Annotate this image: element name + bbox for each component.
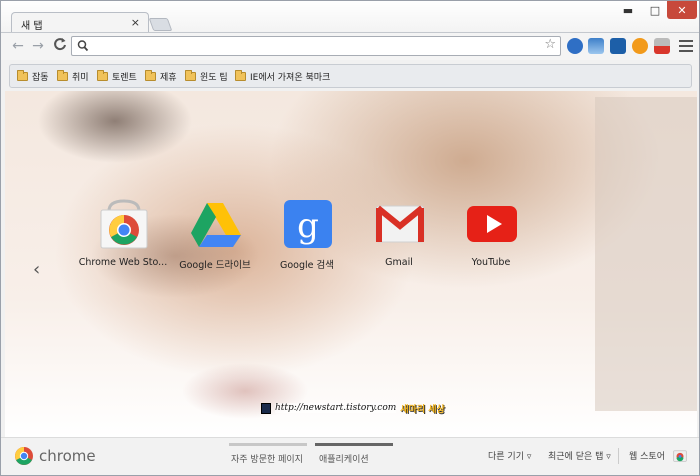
bottom-bar: chrome 자주 방문한 페이지 애플리케이션 다른 기기 ▿ 최근에 닫은 … <box>1 437 699 475</box>
app-google-drive[interactable]: Google 드라이브 <box>169 197 261 277</box>
folder-icon <box>185 70 196 81</box>
app-chrome-web-store[interactable]: Chrome Web Sto... <box>77 197 169 277</box>
forward-button[interactable]: → <box>29 37 47 55</box>
browser-window: 새 탭 × ▬ □ ✕ ← → ☆ 잡동 취미 토렌트 제휴 윈도 팁 IE에서… <box>0 0 700 476</box>
web-store-link[interactable]: 웹 스토어 <box>629 449 665 462</box>
app-label: YouTube <box>471 257 511 268</box>
chrome-logo-icon <box>15 447 33 465</box>
folder-icon <box>145 70 156 81</box>
svg-text:g: g <box>297 206 319 246</box>
tab-new-tab[interactable]: 새 탭 × <box>11 12 149 33</box>
bookmark-folder[interactable]: 제휴 <box>145 69 177 84</box>
watermark-url: http://newstart.tistory.com <box>275 403 397 413</box>
chrome-logo-text: chrome <box>39 447 96 465</box>
bookmark-label: 윈도 팁 <box>200 73 228 83</box>
bookmark-folder[interactable]: 취미 <box>57 69 89 84</box>
app-gmail[interactable]: Gmail <box>353 197 445 277</box>
prev-page-arrow[interactable]: ‹ <box>33 259 40 280</box>
bookmark-folder[interactable]: 잡동 <box>17 69 49 84</box>
search-icon <box>77 40 89 52</box>
pager-bar-most-visited[interactable] <box>229 443 307 446</box>
bookmark-folder[interactable]: IE에서 가져온 북마크 <box>235 69 330 84</box>
section-apps[interactable]: 애플리케이션 <box>319 452 369 465</box>
tab-close-icon[interactable]: × <box>131 16 140 29</box>
watermark-icon <box>261 402 271 414</box>
divider <box>618 448 619 464</box>
google-drive-icon <box>191 203 241 247</box>
back-button[interactable]: ← <box>9 37 27 55</box>
app-label: Google 드라이브 <box>179 260 251 271</box>
section-most-visited[interactable]: 자주 방문한 페이지 <box>231 452 303 465</box>
title-bar: 새 탭 × ▬ □ ✕ <box>1 1 699 33</box>
close-window-button[interactable]: ✕ <box>667 1 697 19</box>
new-tab-content: ‹ Chrome Web Sto... Google 드라이브 g Google… <box>5 91 697 437</box>
web-store-icon[interactable] <box>673 448 687 462</box>
ipa-extension-icon[interactable] <box>610 38 626 54</box>
bookmarks-bar: 잡동 취미 토렌트 제휴 윈도 팁 IE에서 가져온 북마크 <box>9 64 692 88</box>
app-label: Gmail <box>385 257 413 268</box>
maximize-button[interactable]: □ <box>643 1 667 19</box>
gmail-icon <box>375 205 425 243</box>
address-input[interactable] <box>94 38 534 54</box>
new-tab-button[interactable] <box>148 18 173 31</box>
weather-extension-icon[interactable] <box>588 38 604 54</box>
omnibox[interactable]: ☆ <box>71 36 561 56</box>
folder-icon <box>57 70 68 81</box>
bookmark-folder[interactable]: 토렌트 <box>97 69 137 84</box>
youtube-icon <box>467 206 517 242</box>
bookmark-star-icon[interactable]: ☆ <box>544 37 556 52</box>
tab-title: 새 탭 <box>21 21 43 32</box>
watermark: http://newstart.tistory.com 새마리 세상 <box>261 401 445 415</box>
reload-button[interactable] <box>51 37 69 55</box>
bookmark-label: 잡동 <box>32 73 49 83</box>
folder-icon <box>97 70 108 81</box>
bookmark-label: 제휴 <box>160 73 177 83</box>
menu-icon[interactable] <box>679 37 693 55</box>
folder-icon <box>235 70 246 81</box>
amazon-extension-icon[interactable] <box>632 38 648 54</box>
other-devices-menu[interactable]: 다른 기기 ▿ <box>488 449 531 462</box>
folder-icon <box>17 70 28 81</box>
app-label: Google 검색 <box>279 260 334 271</box>
download-extension-icon[interactable] <box>654 38 670 54</box>
bookmark-folder[interactable]: 윈도 팁 <box>185 69 228 84</box>
toolbar: ← → ☆ <box>1 32 699 60</box>
minimize-button[interactable]: ▬ <box>613 1 643 19</box>
chrome-logo: chrome <box>14 446 96 466</box>
pager-bar-apps[interactable] <box>315 443 393 446</box>
bookmark-label: 토렌트 <box>112 73 137 83</box>
bookmark-label: 취미 <box>72 73 89 83</box>
recently-closed-menu[interactable]: 최근에 닫은 탭 ▿ <box>548 449 611 462</box>
google-search-icon: g <box>284 200 332 248</box>
reload-icon <box>54 38 66 51</box>
chrome-web-store-icon <box>100 199 148 249</box>
app-youtube[interactable]: YouTube <box>445 197 537 277</box>
app-label: Chrome Web Sto... <box>78 257 168 268</box>
watermark-name: 새마리 세상 <box>400 404 445 415</box>
bookmark-label: IE에서 가져온 북마크 <box>250 73 331 83</box>
info-extension-icon[interactable] <box>567 38 583 54</box>
side-panel <box>595 97 697 411</box>
app-google-search[interactable]: g Google 검색 <box>261 197 353 277</box>
